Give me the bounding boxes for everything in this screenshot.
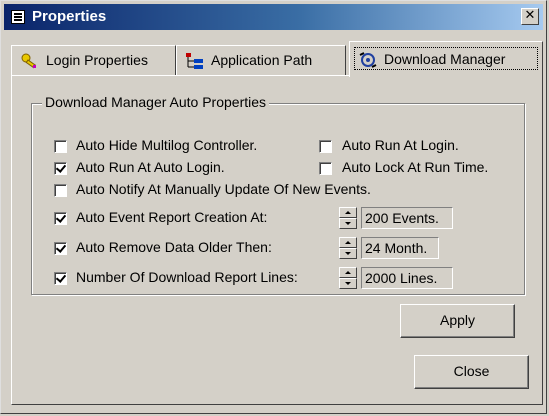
event-report-down-arrow-icon[interactable] [339, 218, 357, 229]
tab-login-properties[interactable]: Login Properties [11, 45, 176, 75]
auto-hide-checkbox[interactable] [54, 140, 67, 153]
close-window-button[interactable]: ✕ [521, 8, 539, 25]
report-lines-label[interactable]: Number Of Download Report Lines: [76, 269, 298, 285]
remove-data-up-arrow-icon[interactable] [339, 237, 357, 248]
remove-data-checkbox[interactable] [54, 242, 67, 255]
tab-download-manager-label: Download Manager [384, 51, 506, 67]
event-report-value[interactable]: 200 Events. [361, 207, 453, 229]
auto-hide-label[interactable]: Auto Hide Multilog Controller. [76, 137, 257, 153]
event-report-up-arrow-icon[interactable] [339, 207, 357, 218]
remove-data-down-arrow-icon[interactable] [339, 248, 357, 259]
close-button[interactable]: Close [414, 355, 529, 389]
report-lines-value[interactable]: 2000 Lines. [361, 267, 453, 289]
title-bar[interactable]: Properties ✕ [4, 4, 543, 30]
report-lines-down-arrow-icon[interactable] [339, 278, 357, 289]
auto-run-auto-login-checkbox[interactable] [54, 162, 67, 175]
auto-run-auto-login-label[interactable]: Auto Run At Auto Login. [76, 159, 225, 175]
auto-notify-checkbox[interactable] [54, 184, 67, 197]
auto-lock-label[interactable]: Auto Lock At Run Time. [342, 159, 488, 175]
tab-download-manager[interactable]: Download Manager [349, 41, 543, 77]
tab-login-properties-label: Login Properties [46, 52, 148, 68]
remove-data-label[interactable]: Auto Remove Data Older Then: [76, 239, 272, 255]
properties-window-icon [11, 10, 25, 24]
apply-button[interactable]: Apply [400, 304, 515, 338]
event-report-spinner[interactable] [339, 207, 357, 229]
tab-application-path-label: Application Path [211, 52, 313, 68]
event-report-checkbox[interactable] [54, 212, 67, 225]
tree-icon [186, 53, 203, 69]
auto-notify-label[interactable]: Auto Notify At Manually Update Of New Ev… [76, 181, 371, 197]
window-title: Properties [32, 8, 107, 25]
report-lines-checkbox[interactable] [54, 272, 67, 285]
remove-data-spinner[interactable] [339, 237, 357, 259]
gear-icon [359, 52, 377, 68]
event-report-label[interactable]: Auto Event Report Creation At: [76, 209, 267, 225]
auto-run-login-label[interactable]: Auto Run At Login. [342, 137, 459, 153]
key-icon [21, 53, 37, 69]
tab-application-path[interactable]: Application Path [176, 45, 346, 75]
auto-lock-checkbox[interactable] [319, 162, 332, 175]
remove-data-value[interactable]: 24 Month. [361, 237, 439, 259]
report-lines-spinner[interactable] [339, 267, 357, 289]
report-lines-up-arrow-icon[interactable] [339, 267, 357, 278]
properties-window: Properties ✕ Login Properties Applicatio… [0, 0, 547, 414]
auto-run-login-checkbox[interactable] [319, 140, 332, 153]
